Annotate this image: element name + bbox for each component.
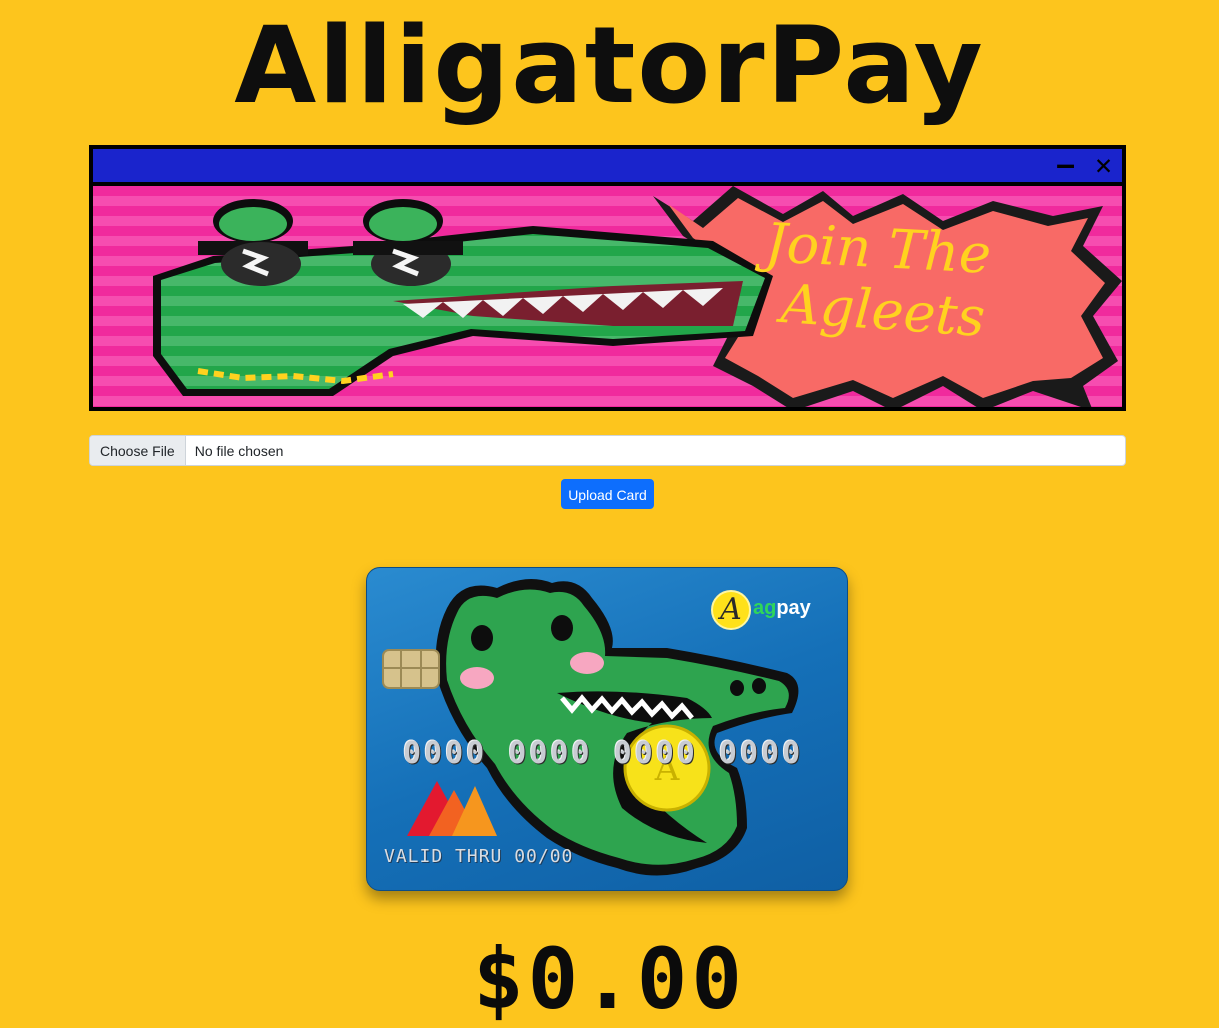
card-number: 0000 0000 0000 0000 bbox=[403, 736, 804, 771]
banner-title-bar: — ✕ bbox=[93, 149, 1122, 186]
agpay-logo-icon: A bbox=[711, 590, 751, 630]
file-input[interactable]: Choose File No file chosen bbox=[89, 435, 1126, 466]
choose-file-button[interactable]: Choose File bbox=[90, 436, 186, 465]
app-title: AlligatorPay bbox=[234, 4, 985, 127]
balance-amount: $0.00 bbox=[473, 930, 746, 1028]
close-icon[interactable]: ✕ bbox=[1095, 151, 1112, 179]
file-status-text: No file chosen bbox=[194, 442, 284, 459]
brand-pay: pay bbox=[776, 597, 811, 619]
credit-card-preview: A A agpay 0000 0000 0000 0000 VALID THRU… bbox=[366, 567, 848, 891]
agpay-brand-name: agpay bbox=[753, 597, 811, 620]
upload-card-button[interactable]: Upload Card bbox=[561, 479, 654, 509]
banner-text-line2: Agleets bbox=[779, 271, 988, 350]
card-valid-thru: VALID THRU 00/00 bbox=[384, 846, 574, 867]
brand-ag: ag bbox=[753, 597, 777, 619]
agleets-banner[interactable]: — ✕ Join The Agleets bbox=[89, 145, 1126, 411]
minimize-icon[interactable]: — bbox=[1057, 151, 1074, 179]
